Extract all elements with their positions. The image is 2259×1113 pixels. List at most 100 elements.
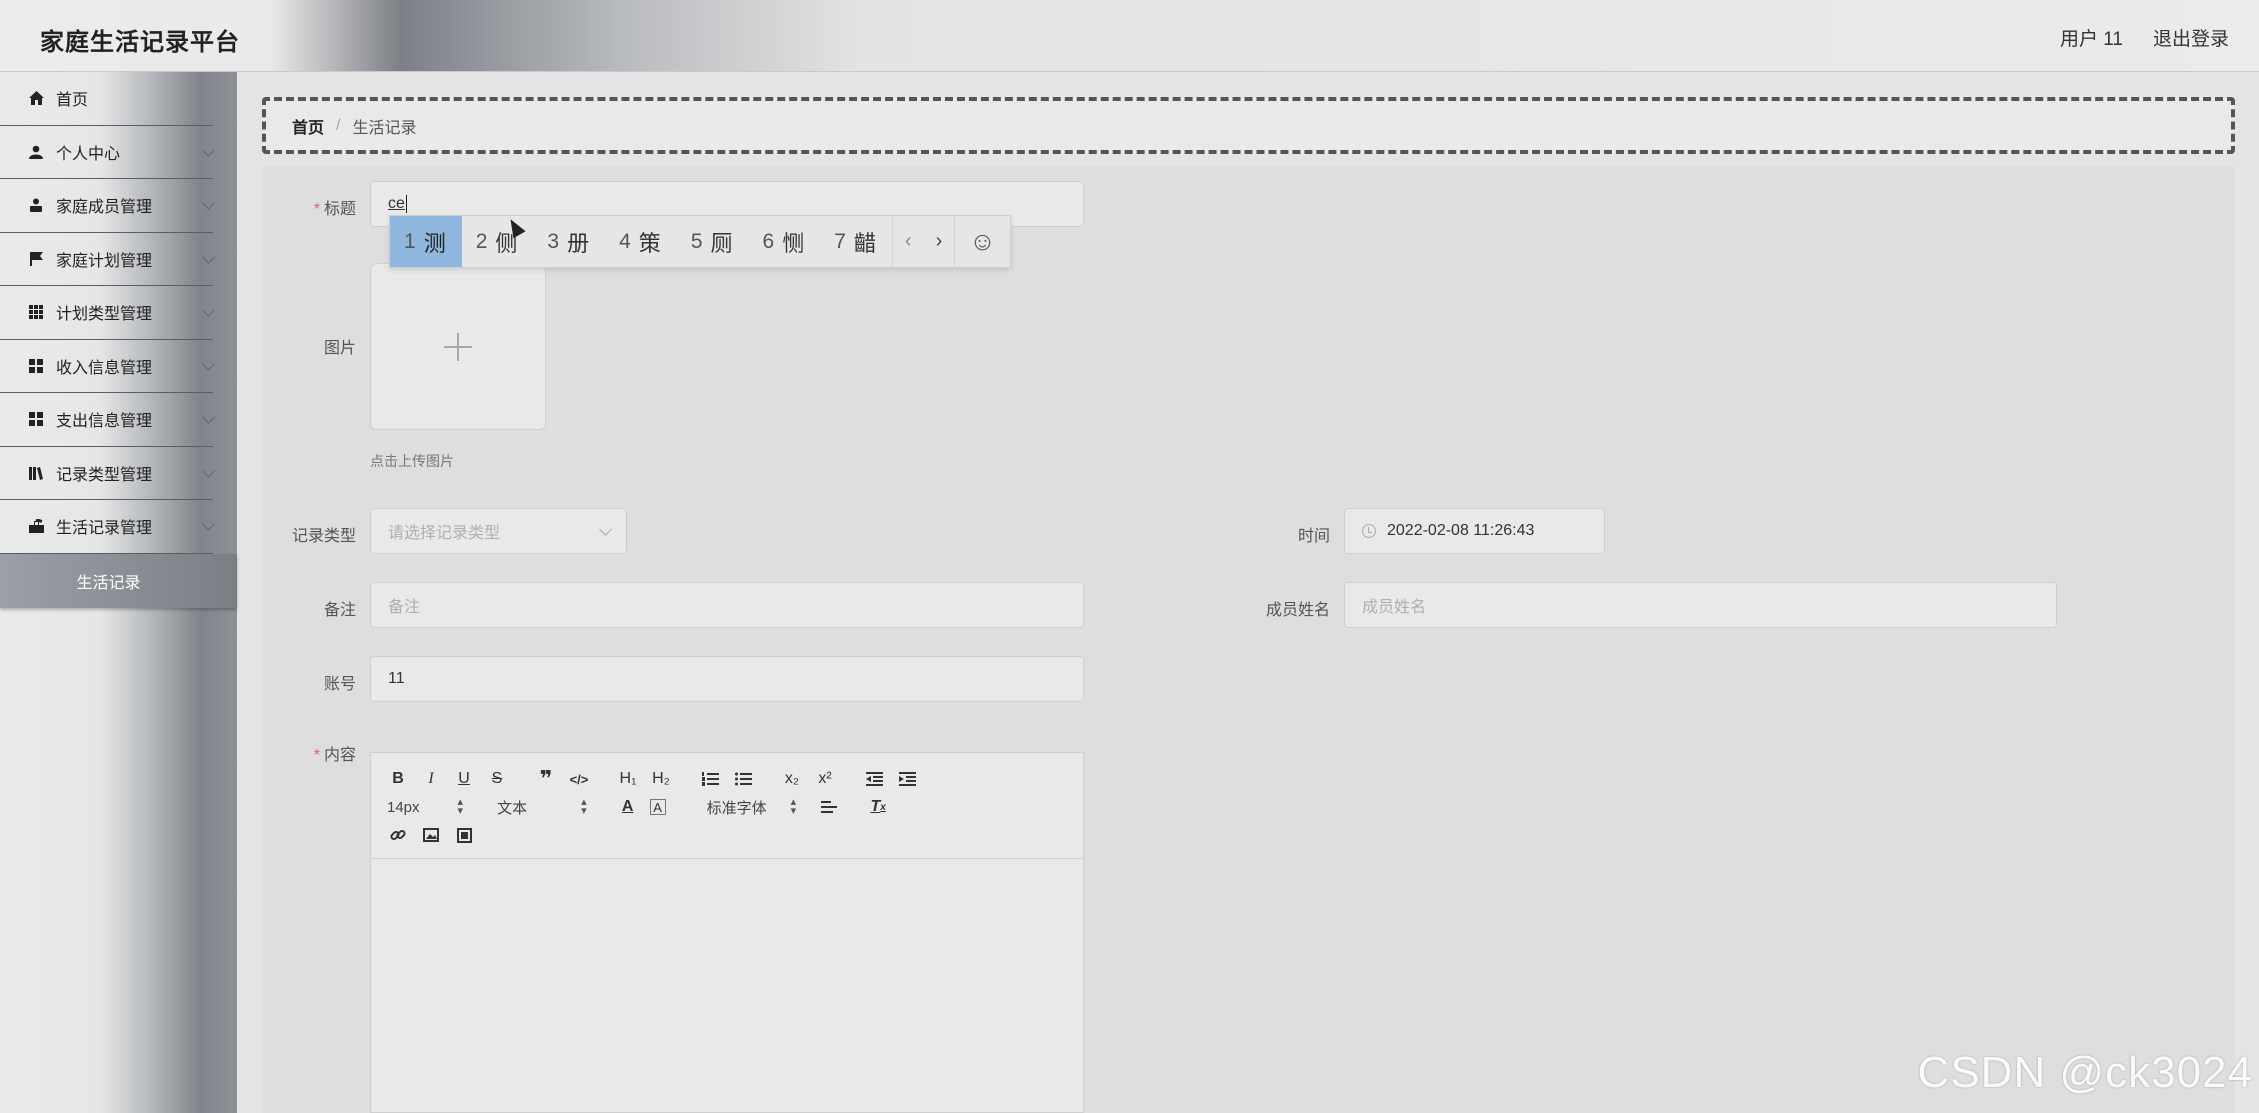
- flag-icon: [28, 251, 44, 267]
- rich-text-editor: B I U S ❞ </> H₁ H₂ x₂ x² 14px ▴ ▾ 文本 ▴ …: [370, 752, 1084, 1113]
- clear-format-icon[interactable]: Tx: [867, 796, 889, 818]
- grid-icon: [28, 304, 44, 320]
- chevron-down-icon: [202, 304, 215, 317]
- breadcrumb-separator: /: [336, 116, 341, 134]
- upload-tip: 点击上传图片: [370, 453, 454, 469]
- apps-icon: [28, 411, 44, 427]
- person-icon: [28, 197, 44, 213]
- sidebar-item-label: 家庭计划管理: [56, 252, 153, 270]
- sidebar-item-plan-type[interactable]: 计划类型管理: [0, 286, 215, 340]
- breadcrumb-current: 生活记录: [352, 119, 417, 137]
- subscript-icon[interactable]: x₂: [781, 768, 803, 790]
- text-format-select[interactable]: 文本 ▴ ▾: [497, 797, 587, 818]
- logout-link[interactable]: 退出登录: [2153, 24, 2229, 51]
- editor-toolbar: B I U S ❞ </> H₁ H₂ x₂ x² 14px ▴ ▾ 文本 ▴ …: [371, 753, 1083, 859]
- record-type-select[interactable]: 请选择记录类型: [370, 508, 627, 554]
- font-family-select[interactable]: 标准字体 ▴ ▾: [707, 797, 797, 818]
- link-icon[interactable]: [387, 824, 409, 846]
- breadcrumb: 首页 / 生活记录: [262, 97, 2235, 154]
- indent-icon[interactable]: [896, 768, 918, 790]
- ime-candidate[interactable]: 6恻: [749, 216, 821, 267]
- align-icon[interactable]: [818, 796, 840, 818]
- sidebar: 首页 个人中心 家庭成员管理 家庭计划管理 计划类型管理 收入信息管理 支出信息…: [0, 72, 237, 1113]
- sidebar-item-income[interactable]: 收入信息管理: [0, 340, 215, 393]
- member-name-label: 成员姓名: [1265, 602, 1330, 619]
- superscript-icon[interactable]: x²: [814, 768, 836, 790]
- sidebar-subitem-life-record[interactable]: 生活记录: [0, 553, 237, 608]
- chevron-down-icon: [202, 464, 215, 478]
- ime-emoji-button[interactable]: ☺: [954, 216, 1010, 267]
- sidebar-item-label: 收入信息管理: [56, 359, 153, 377]
- breadcrumb-home[interactable]: 首页: [292, 114, 324, 138]
- background-color-icon[interactable]: A: [649, 799, 666, 815]
- ime-candidate[interactable]: 7齰: [820, 216, 892, 267]
- ime-candidate-bar: 1测 2侧 3册 4策 5厕 6恻 7齰 ‹ › ☺: [389, 215, 1011, 268]
- strikethrough-icon[interactable]: S: [486, 768, 508, 790]
- ime-candidate[interactable]: 2侧: [462, 216, 534, 267]
- user-name: 用户 11: [2059, 29, 2123, 50]
- chevron-down-icon: [202, 518, 215, 531]
- sidebar-item-label: 家庭成员管理: [56, 199, 153, 217]
- video-icon[interactable]: [453, 824, 475, 846]
- record-type-label: 记录类型: [291, 528, 356, 545]
- sidebar-item-label: 计划类型管理: [56, 306, 153, 324]
- account-input[interactable]: 11: [370, 656, 1084, 702]
- heading2-icon[interactable]: H₂: [650, 768, 672, 790]
- ime-candidate[interactable]: 1测: [390, 216, 462, 267]
- smiley-icon: ☺: [969, 226, 996, 256]
- sidebar-item-home[interactable]: 首页: [0, 72, 213, 126]
- plus-icon: [444, 332, 472, 361]
- ime-candidate[interactable]: 5厕: [677, 216, 749, 267]
- chevron-down-icon: [202, 357, 215, 371]
- chevron-right-icon: ›: [935, 230, 943, 252]
- image-upload-button[interactable]: [370, 263, 546, 430]
- bold-icon[interactable]: B: [387, 768, 409, 790]
- ime-candidate[interactable]: 3册: [533, 216, 605, 267]
- remark-label: 备注: [323, 602, 356, 619]
- watermark: CSDN @ck3024: [1917, 1048, 2253, 1097]
- top-header: 家庭生活记录平台 用户 11 退出登录: [0, 0, 2259, 72]
- ordered-list-icon[interactable]: [699, 768, 721, 790]
- toolbar-row: B I U S ❞ </> H₁ H₂ x₂ x²: [387, 765, 1067, 793]
- sidebar-item-personal[interactable]: 个人中心: [0, 126, 215, 179]
- font-size-select[interactable]: 14px ▴ ▾: [387, 796, 464, 817]
- sidebar-item-expense[interactable]: 支出信息管理: [0, 393, 215, 447]
- ime-next-page[interactable]: ›: [924, 216, 955, 267]
- remark-input[interactable]: 备注: [370, 582, 1084, 628]
- sidebar-item-record-type[interactable]: 记录类型管理: [0, 447, 215, 500]
- header-actions: 用户 11 退出登录: [2060, 24, 2229, 51]
- underline-icon[interactable]: U: [453, 768, 475, 790]
- italic-icon[interactable]: I: [420, 768, 442, 790]
- toolbar-row: 14px ▴ ▾ 文本 ▴ ▾ A A 标准字体 ▴ ▾ Tx: [387, 793, 1067, 821]
- member-name-input[interactable]: 成员姓名: [1344, 582, 2057, 628]
- sidebar-item-label: 个人中心: [56, 145, 121, 163]
- title-label: * 标题: [313, 201, 356, 218]
- bullet-list-icon[interactable]: [732, 768, 754, 790]
- apps-icon: [28, 358, 44, 374]
- clock-icon: [1362, 524, 1376, 538]
- heading1-icon[interactable]: H₁: [617, 768, 639, 790]
- quote-icon[interactable]: ❞: [535, 766, 557, 791]
- image-icon[interactable]: [420, 824, 442, 846]
- updown-icon: ▴ ▾: [457, 796, 464, 817]
- font-color-icon[interactable]: A: [617, 796, 639, 818]
- code-icon[interactable]: </>: [568, 768, 590, 790]
- account-label: 账号: [323, 676, 356, 693]
- sidebar-item-label: 支出信息管理: [56, 413, 153, 431]
- sidebar-item-life-record[interactable]: 生活记录管理: [0, 500, 215, 554]
- sidebar-item-family-members[interactable]: 家庭成员管理: [0, 179, 215, 233]
- user-icon: [28, 144, 44, 160]
- sidebar-item-label: 生活记录管理: [56, 520, 153, 538]
- updown-icon: ▴ ▾: [581, 796, 587, 817]
- app-title: 家庭生活记录平台: [40, 29, 240, 56]
- ime-candidate[interactable]: 4策: [605, 216, 677, 267]
- time-label: 时间: [1297, 528, 1330, 545]
- time-picker[interactable]: 2022-02-08 11:26:43: [1344, 508, 1605, 554]
- chevron-down-icon: [599, 523, 612, 536]
- outdent-icon[interactable]: [863, 768, 885, 790]
- chevron-down-icon: [202, 411, 215, 424]
- editor-content-area[interactable]: [371, 859, 1083, 1113]
- ime-prev-page[interactable]: ‹: [891, 216, 924, 267]
- image-label: 图片: [323, 340, 356, 357]
- sidebar-item-family-plan[interactable]: 家庭计划管理: [0, 233, 215, 286]
